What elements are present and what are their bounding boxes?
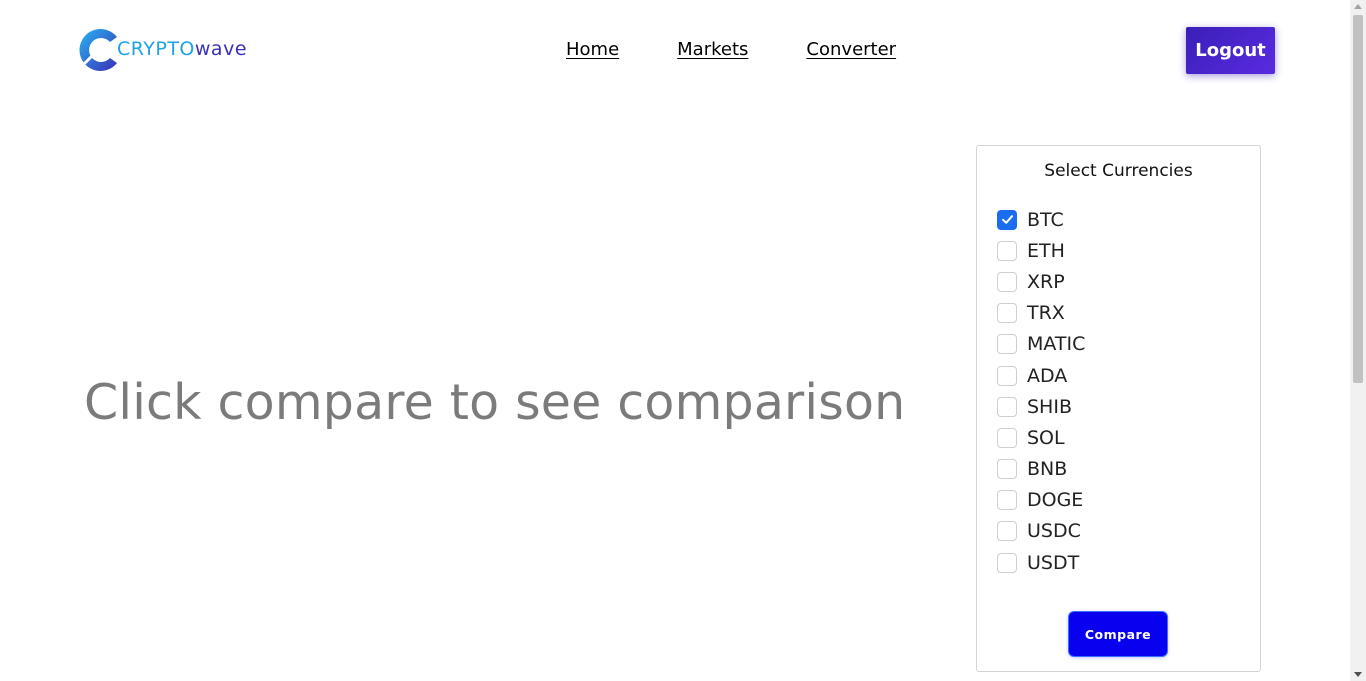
- currency-checkbox[interactable]: [997, 427, 1017, 448]
- currency-option-trx[interactable]: TRX: [997, 298, 1085, 329]
- brand-logo[interactable]: CRYPTOwave: [77, 25, 277, 75]
- currency-checkbox[interactable]: [997, 552, 1017, 573]
- currency-option-btc[interactable]: BTC: [997, 204, 1085, 235]
- currency-option-doge[interactable]: DOGE: [997, 485, 1085, 516]
- comparison-placeholder: Click compare to see comparison: [84, 374, 906, 431]
- vertical-scrollbar[interactable]: [1350, 0, 1366, 681]
- logo-text-part2: wave: [194, 38, 248, 60]
- currency-label: ETH: [1027, 239, 1065, 262]
- currency-list: BTC ETH XRP TRX MATIC ADA SHIB SOL BNB DOGE USDC US…: [997, 204, 1085, 578]
- currency-option-usdc[interactable]: USDC: [997, 516, 1085, 547]
- currency-checkbox[interactable]: [997, 396, 1017, 417]
- page: CRYPTOwave Home Markets Converter Logout…: [0, 0, 1350, 681]
- currency-option-ada[interactable]: ADA: [997, 360, 1085, 391]
- currency-checkbox[interactable]: [997, 334, 1017, 355]
- currency-option-matic[interactable]: MATIC: [997, 329, 1085, 360]
- currency-option-usdt[interactable]: USDT: [997, 547, 1085, 578]
- currency-label: SOL: [1027, 426, 1065, 449]
- currency-checkbox[interactable]: [997, 209, 1017, 230]
- panel-title: Select Currencies: [1044, 161, 1193, 181]
- nav-link-home[interactable]: Home: [566, 39, 619, 60]
- currency-label: MATIC: [1027, 333, 1086, 356]
- scroll-down-icon[interactable]: [1354, 672, 1362, 677]
- currency-option-shib[interactable]: SHIB: [997, 391, 1085, 422]
- currency-label: USDT: [1027, 551, 1080, 574]
- currency-checkbox[interactable]: [997, 521, 1017, 542]
- currency-checkbox[interactable]: [997, 490, 1017, 511]
- currency-checkbox[interactable]: [997, 240, 1017, 261]
- currency-label: XRP: [1027, 270, 1065, 293]
- main-nav: Home Markets Converter: [566, 39, 896, 60]
- currency-checkbox[interactable]: [997, 365, 1017, 386]
- scrollbar-thumb[interactable]: [1353, 15, 1363, 383]
- currency-label: USDC: [1027, 520, 1081, 543]
- check-icon: [1001, 215, 1013, 224]
- currency-label: SHIB: [1027, 395, 1072, 418]
- currency-option-sol[interactable]: SOL: [997, 422, 1085, 453]
- currency-checkbox[interactable]: [997, 459, 1017, 480]
- currency-label: ADA: [1027, 364, 1068, 387]
- currency-label: DOGE: [1027, 489, 1084, 512]
- currency-label: TRX: [1027, 302, 1065, 325]
- currency-option-eth[interactable]: ETH: [997, 235, 1085, 266]
- compare-button[interactable]: Compare: [1069, 612, 1167, 656]
- currency-checkbox[interactable]: [997, 271, 1017, 292]
- logout-button[interactable]: Logout: [1186, 27, 1275, 74]
- currency-panel: Select Currencies BTC ETH XRP TRX MATIC ADA SH…: [976, 145, 1261, 672]
- currency-label: BTC: [1027, 208, 1064, 231]
- currency-option-xrp[interactable]: XRP: [997, 266, 1085, 297]
- logo-text-part1: CRYPTO: [117, 38, 195, 60]
- currency-checkbox[interactable]: [997, 303, 1017, 324]
- nav-link-markets[interactable]: Markets: [677, 39, 748, 60]
- currency-option-bnb[interactable]: BNB: [997, 454, 1085, 485]
- logo-wordmark: CRYPTOwave: [117, 38, 247, 60]
- currency-label: BNB: [1027, 458, 1068, 481]
- scroll-up-icon[interactable]: [1354, 4, 1362, 9]
- nav-link-converter[interactable]: Converter: [806, 39, 896, 60]
